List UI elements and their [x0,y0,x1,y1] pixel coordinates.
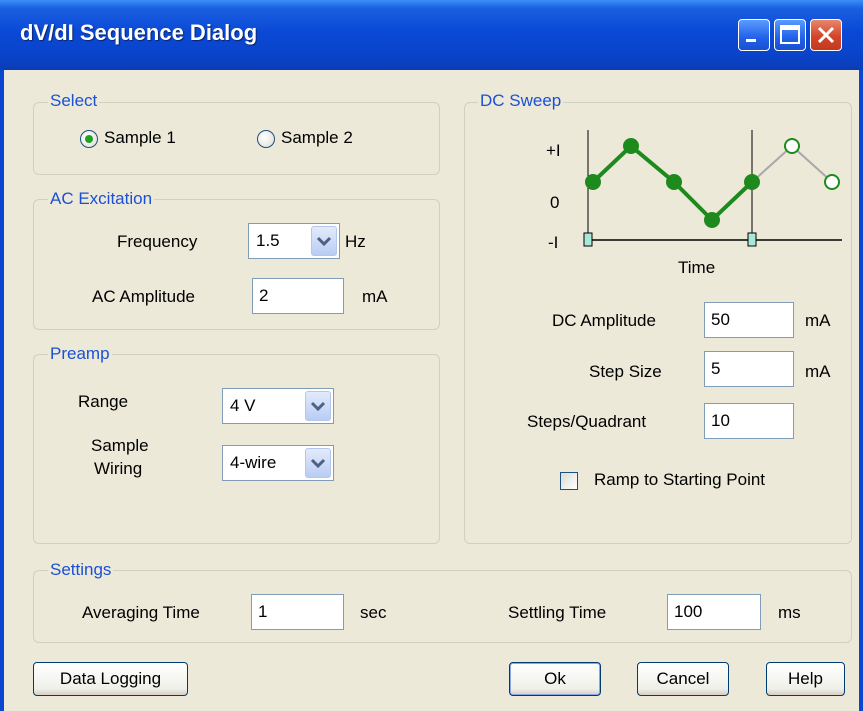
ok-button[interactable]: Ok [509,662,601,696]
dc-sweep-diagram: +I 0 -I Time [546,130,842,277]
select-group-label: Select [48,91,100,111]
diagram-y-plus-label: +I [546,141,561,160]
frequency-select[interactable]: 1.5 [248,223,340,259]
settling-time-input[interactable]: 100 [667,594,761,630]
maximize-button[interactable] [774,19,806,51]
start-marker [583,232,593,247]
diagram-y-minus-label: -I [548,233,558,252]
range-value: 4 V [230,396,256,415]
sweep-point [704,212,720,228]
close-button[interactable] [810,19,842,51]
sample1-label[interactable]: Sample 1 [104,128,176,148]
sweep-point [666,174,682,190]
sample-wiring-select[interactable]: 4-wire [222,445,334,481]
averaging-time-label: Averaging Time [82,603,200,622]
cancel-button[interactable]: Cancel [637,662,729,696]
sweep-point-next [824,174,840,190]
frequency-unit: Hz [345,232,366,251]
chevron-down-icon [316,236,332,247]
sample2-label[interactable]: Sample 2 [281,128,353,148]
frequency-value: 1.5 [256,231,280,250]
close-icon [817,26,835,44]
help-button[interactable]: Help [766,662,845,696]
sweep-point [585,174,601,190]
range-label: Range [78,392,129,411]
ac-amplitude-label: AC Amplitude [92,287,195,306]
sample-wiring-label-line1: Sample [91,436,149,455]
dc-sweep-group-label: DC Sweep [478,91,564,111]
window-frame-left [0,70,4,711]
dc-amplitude-input[interactable]: 50 [704,302,794,338]
step-size-label: Step Size [589,362,662,381]
minimize-button[interactable] [738,19,770,51]
title-bar[interactable]: dV/dI Sequence Dialog [0,0,863,70]
settling-time-unit: ms [778,603,801,622]
minimize-icon [746,39,756,42]
range-dropdown-button[interactable] [305,391,331,421]
sweep-point [623,138,639,154]
window-frame-right [859,70,863,711]
step-size-input[interactable]: 5 [704,351,794,387]
chevron-down-icon [310,458,326,469]
sample1-radio[interactable] [80,130,98,148]
steps-per-quadrant-input[interactable]: 10 [704,403,794,439]
chevron-down-icon [310,401,326,412]
ac-excitation-group [33,199,440,330]
maximize-icon [780,25,800,44]
step-size-unit: mA [805,362,831,381]
settling-time-label: Settling Time [508,603,607,622]
ac-amplitude-input[interactable]: 2 [252,278,344,314]
frequency-dropdown-button[interactable] [311,226,337,256]
ramp-checkbox[interactable] [560,472,578,490]
end-marker [747,232,757,247]
steps-per-quadrant-label: Steps/Quadrant [527,412,647,431]
sample-wiring-label-line2: Wiring [94,459,143,478]
diagram-y-zero-label: 0 [550,193,559,212]
sample-wiring-value: 4-wire [230,453,277,472]
sweep-point [744,174,760,190]
sample-wiring-dropdown-button[interactable] [305,448,331,478]
radio-selected-dot [85,135,93,143]
range-select[interactable]: 4 V [222,388,334,424]
settings-group-label: Settings [48,560,114,580]
diagram-time-label: Time [678,258,715,277]
dialog-window: dV/dI Sequence Dialog Select Sample 1 Sa… [0,0,863,711]
data-logging-button[interactable]: Data Logging [33,662,188,696]
dc-amplitude-unit: mA [805,311,831,330]
dc-amplitude-label: DC Amplitude [552,311,656,330]
sample2-radio[interactable] [257,130,275,148]
ac-amplitude-unit: mA [362,287,388,306]
window-title: dV/dI Sequence Dialog [20,20,258,45]
frequency-label: Frequency [117,232,198,251]
averaging-time-input[interactable]: 1 [251,594,344,630]
preamp-group-label: Preamp [48,344,112,364]
averaging-time-unit: sec [360,603,387,622]
ramp-label[interactable]: Ramp to Starting Point [594,470,765,490]
ac-excitation-group-label: AC Excitation [48,189,155,209]
sweep-point-next [784,138,800,154]
